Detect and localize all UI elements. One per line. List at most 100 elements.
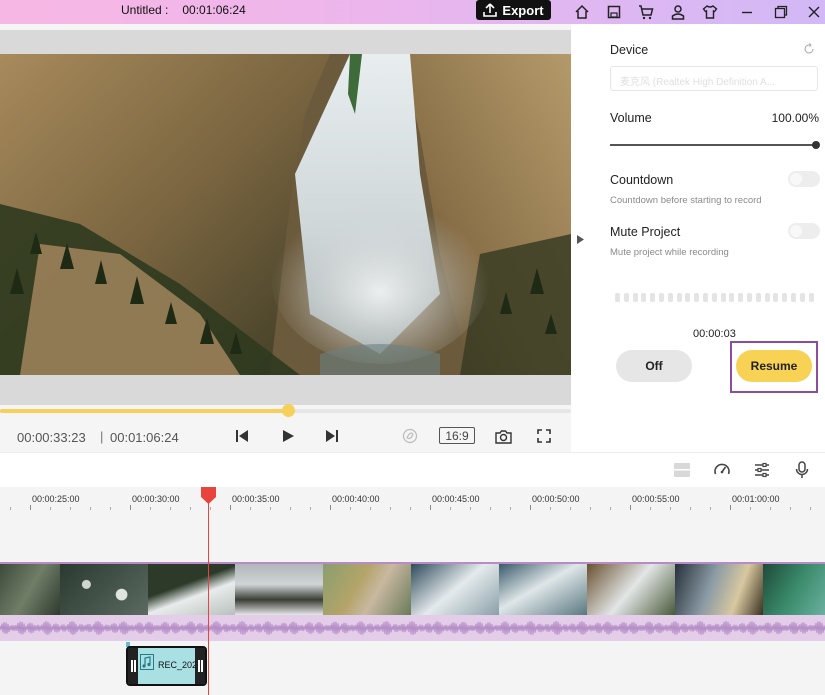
user-icon[interactable] (667, 1, 689, 23)
play-icon[interactable] (279, 426, 297, 446)
meter-segment (658, 293, 664, 302)
clip-thumbnail (0, 564, 60, 615)
ruler-tick (610, 507, 611, 510)
recording-elapsed-time: 00:00:03 (693, 328, 736, 340)
ruler-tick (550, 507, 551, 510)
close-icon[interactable] (803, 1, 825, 23)
meter-segment (685, 293, 691, 302)
mute-project-label: Mute Project (610, 225, 681, 239)
recording-clip[interactable]: REC_2020 (126, 646, 207, 686)
audio-waveform (0, 620, 825, 636)
playback-progress-fill (0, 409, 289, 413)
timeline-ruler[interactable] (0, 487, 825, 512)
clip-thumbnail (587, 564, 675, 615)
off-button[interactable]: Off (616, 350, 692, 382)
ruler-label: 00:00:30:00 (132, 494, 180, 504)
volume-label: Volume (610, 111, 652, 125)
clip-thumbnail (60, 564, 148, 615)
storyboard-icon[interactable] (671, 459, 693, 481)
clip-thumbnail (323, 564, 411, 615)
export-label: Export (502, 2, 544, 18)
ruler-tick (770, 507, 771, 510)
volume-slider-knob[interactable] (812, 141, 820, 149)
clip-right-handle[interactable] (195, 648, 205, 684)
previous-frame-icon[interactable] (233, 426, 251, 446)
timeline-toolbar (0, 452, 825, 487)
audio-track[interactable] (0, 615, 825, 641)
snapshot-icon[interactable] (493, 426, 513, 446)
mute-project-description: Mute project while recording (610, 247, 729, 258)
ruler-tick (270, 507, 271, 510)
aspect-ratio-button[interactable]: 16:9 (439, 427, 475, 444)
video-track[interactable] (0, 562, 825, 615)
ruler-tick (330, 505, 331, 510)
meter-segment (773, 293, 779, 302)
restore-icon[interactable] (770, 1, 792, 23)
ruler-tick (630, 505, 631, 510)
ruler-tick (710, 507, 711, 510)
export-button[interactable]: Export (476, 0, 551, 20)
countdown-description: Countdown before starting to record (610, 195, 762, 206)
cart-icon[interactable] (635, 1, 657, 23)
device-label: Device (610, 43, 649, 57)
ruler-tick (590, 507, 591, 510)
ruler-label: 00:00:50:00 (532, 494, 580, 504)
ruler-tick (530, 505, 531, 510)
ruler-tick (790, 507, 791, 510)
ruler-tick (250, 507, 251, 510)
mute-project-toggle[interactable] (788, 223, 820, 239)
ruler-tick (670, 507, 671, 510)
save-icon[interactable] (603, 1, 625, 23)
countdown-toggle[interactable] (788, 171, 820, 187)
meter-segment (799, 293, 805, 302)
device-select[interactable]: 麦克风 (Realtek High Definition A... (610, 66, 818, 91)
playback-progress[interactable] (0, 404, 571, 417)
microphone-icon[interactable] (791, 459, 813, 481)
meter-segment (615, 293, 620, 302)
project-name: Untitled : (121, 3, 169, 17)
ruler-label: 00:01:00:00 (732, 494, 780, 504)
current-time: 00:00:33:23 (17, 430, 86, 445)
ruler-label: 00:00:25:00 (32, 494, 80, 504)
ruler-tick (470, 507, 471, 510)
meter-segment (676, 293, 682, 302)
ruler-tick (210, 507, 211, 510)
meter-segment (782, 293, 788, 302)
ruler-tick (730, 505, 731, 510)
video-preview[interactable] (0, 54, 571, 375)
resume-button[interactable]: Resume (736, 350, 812, 382)
ruler-tick (170, 507, 171, 510)
upload-icon (483, 3, 498, 17)
audio-level-meter (615, 293, 814, 302)
next-frame-icon[interactable] (323, 426, 341, 446)
clip-thumbnail (675, 564, 763, 615)
clip-thumbnail (499, 564, 587, 615)
minimize-icon[interactable] (736, 1, 758, 23)
playhead-line (208, 498, 209, 695)
speed-icon[interactable] (711, 459, 733, 481)
collapse-panel-icon[interactable] (577, 233, 584, 247)
home-icon[interactable] (571, 1, 593, 23)
playhead-handle[interactable] (201, 487, 216, 507)
clip-left-handle[interactable] (128, 648, 138, 684)
ruler-tick (310, 507, 311, 510)
ruler-label: 00:00:35:00 (232, 494, 280, 504)
window-title: Untitled : 00:01:06:24 (121, 3, 246, 17)
volume-slider[interactable] (610, 141, 820, 149)
fullscreen-icon[interactable] (534, 426, 554, 446)
tshirt-icon[interactable] (699, 1, 721, 23)
total-time: 00:01:06:24 (110, 430, 179, 445)
ruler-tick (570, 507, 571, 510)
clip-thumbnail (235, 564, 323, 615)
meter-segment (808, 293, 814, 302)
meter-segment (720, 293, 726, 302)
project-duration: 00:01:06:24 (182, 3, 246, 17)
adjust-icon[interactable] (751, 459, 773, 481)
ruler-tick (410, 507, 411, 510)
refresh-icon[interactable] (803, 43, 815, 58)
ruler-tick (450, 507, 451, 510)
render-preview-icon[interactable] (400, 426, 420, 446)
time-separator: | (100, 429, 104, 444)
ruler-tick (370, 507, 371, 510)
meter-segment (641, 293, 647, 302)
